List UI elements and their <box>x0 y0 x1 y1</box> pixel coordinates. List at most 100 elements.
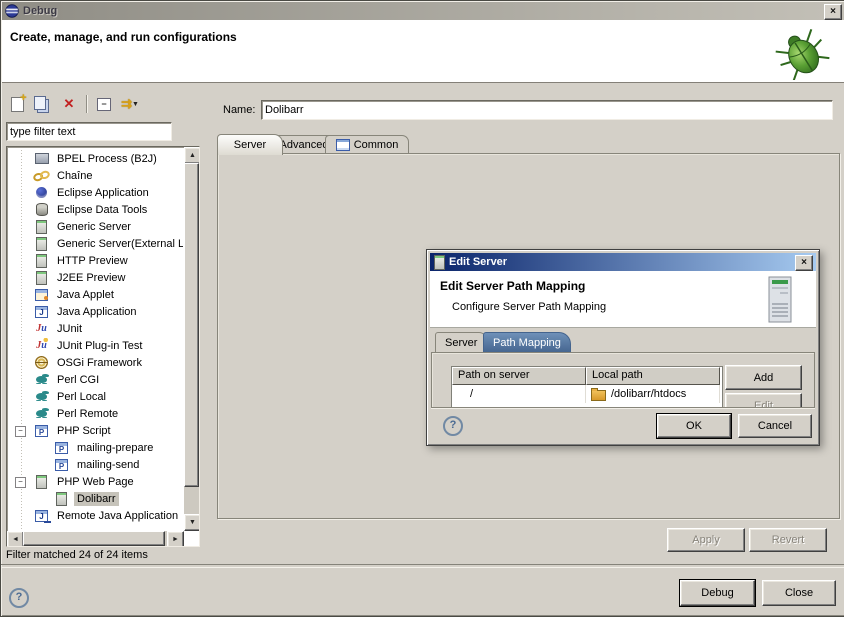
cell-path-on-server[interactable]: / <box>452 385 586 403</box>
column-local-path[interactable]: Local path <box>586 367 720 385</box>
new-config-icon <box>11 97 24 112</box>
tree-item-label: Java Applet <box>54 288 117 302</box>
duplicate-config-button[interactable] <box>31 93 55 115</box>
tree-item-label: Perl Remote <box>54 407 121 421</box>
tree-vscrollbar[interactable]: ▲ ▼ <box>184 147 199 531</box>
tree-item-label: Perl CGI <box>54 373 102 387</box>
tree-item-j2ee-preview[interactable]: J2EE Preview <box>7 269 183 286</box>
tree-item-eclipse-data-tools[interactable]: Eclipse Data Tools <box>7 201 183 218</box>
scroll-up-icon[interactable]: ▲ <box>184 147 200 164</box>
tree-item-eclipse-application[interactable]: Eclipse Application <box>7 184 183 201</box>
dialog-title: Edit Server <box>449 256 507 268</box>
collapse-minus-icon[interactable]: − <box>15 477 26 488</box>
server-tower-icon <box>762 275 798 325</box>
tree-item-java-applet[interactable]: Java Applet <box>7 286 183 303</box>
table-header[interactable]: Path on server Local path <box>452 367 722 385</box>
tree-hscroll-thumb[interactable] <box>23 531 165 546</box>
tree-item-http-preview[interactable]: HTTP Preview <box>7 252 183 269</box>
junit-icon <box>33 321 50 337</box>
dialog-close-icon[interactable]: × <box>795 255 813 271</box>
scroll-right-icon[interactable]: ► <box>167 531 184 547</box>
tab-server[interactable]: Server <box>217 134 283 155</box>
help-icon[interactable]: ? <box>9 588 29 608</box>
add-mapping-button[interactable]: Add <box>725 365 802 390</box>
tree-item-remote-java-application[interactable]: Remote Java Application <box>7 507 183 524</box>
tree-item-label: Generic Server(External La <box>54 237 183 251</box>
filter-options-button[interactable]: ⇉▼ <box>118 93 142 115</box>
java-app-icon <box>33 304 50 320</box>
tree-item-label: J2EE Preview <box>54 271 128 285</box>
collapse-all-icon: − <box>97 98 111 111</box>
tree-vscroll-thumb[interactable] <box>184 163 199 487</box>
tree-item-perl-remote[interactable]: Perl Remote <box>7 405 183 422</box>
dialog-tab-path-mapping[interactable]: Path Mapping <box>483 332 571 353</box>
server-icon <box>33 253 50 269</box>
bpel-process-icon <box>33 151 50 167</box>
footer-separator <box>1 564 844 568</box>
column-path-on-server[interactable]: Path on server <box>452 367 586 385</box>
tree-item-generic-server[interactable]: Generic Server <box>7 218 183 235</box>
filter-icon: ⇉ <box>121 96 132 112</box>
chain-icon <box>31 165 52 185</box>
toolbar-separator <box>86 95 87 113</box>
debug-button[interactable]: Debug <box>680 580 755 606</box>
new-config-button[interactable] <box>5 93 29 115</box>
tree-item-mailing-prepare[interactable]: mailing-prepare <box>7 439 183 456</box>
scroll-down-icon[interactable]: ▼ <box>184 514 200 531</box>
eclipse-logo-icon <box>5 4 19 18</box>
dialog-tab-server[interactable]: Server <box>435 332 487 353</box>
tree-item-php-web-page[interactable]: −PHP Web Page <box>7 473 183 490</box>
window-titlebar[interactable]: Debug × <box>2 2 844 20</box>
dialog-header-band: Create, manage, and run configurations <box>2 20 844 83</box>
tree-hscrollbar[interactable]: ◄ ► <box>7 531 184 546</box>
window-close-icon[interactable]: × <box>824 4 842 20</box>
tab-common[interactable]: Common <box>325 135 409 154</box>
dialog-titlebar[interactable]: Edit Server × <box>430 253 816 271</box>
tree-item-label: Eclipse Data Tools <box>54 203 150 217</box>
tree-item-label: PHP Script <box>54 424 114 438</box>
name-input[interactable] <box>261 100 833 120</box>
tree-item-bpel-process-b2j-[interactable]: BPEL Process (B2J) <box>7 150 183 167</box>
tree-item-generic-server-external-la[interactable]: Generic Server(External La <box>7 235 183 252</box>
java-applet-icon <box>33 287 50 303</box>
tree-item-php-script[interactable]: − PHP Script <box>7 422 183 439</box>
collapse-all-button[interactable]: − <box>92 93 116 115</box>
table-row[interactable]: / /dolibarr/htdocs <box>452 385 722 403</box>
path-mapping-table[interactable]: Path on server Local path / /dolibarr/ht… <box>451 366 723 408</box>
ok-button[interactable]: OK <box>657 414 731 438</box>
tree-item-junit[interactable]: JUnit <box>7 320 183 337</box>
tree-item-cha-ne[interactable]: Chaîne <box>7 167 183 184</box>
tree-item-label: mailing-prepare <box>74 441 156 455</box>
tree-item-osgi-framework[interactable]: OSGi Framework <box>7 354 183 371</box>
delete-config-button[interactable]: ✕ <box>57 93 81 115</box>
tree-item-perl-cgi[interactable]: Perl CGI <box>7 371 183 388</box>
tree-item-perl-local[interactable]: Perl Local <box>7 388 183 405</box>
tree-item-label: Eclipse Application <box>54 186 152 200</box>
tree-item-mailing-send[interactable]: mailing-send <box>7 456 183 473</box>
debug-configurations-window: Debug × Create, manage, and run configur… <box>0 0 844 617</box>
tree-item-label: HTTP Preview <box>54 254 131 268</box>
dialog-help-icon[interactable]: ? <box>443 416 463 436</box>
tree-item-label: JUnit <box>54 322 85 336</box>
close-button[interactable]: Close <box>762 580 836 606</box>
cell-local-path[interactable]: /dolibarr/htdocs <box>586 385 720 403</box>
apply-button[interactable]: Apply <box>667 528 745 552</box>
tree-item-label: OSGi Framework <box>54 356 145 370</box>
php-icon <box>53 440 70 456</box>
duplicate-config-icon <box>34 96 46 110</box>
folder-icon <box>591 390 606 401</box>
collapse-minus-icon[interactable]: − <box>15 426 26 437</box>
tree-item-dolibarr[interactable]: Dolibarr <box>7 490 183 507</box>
scroll-left-icon[interactable]: ◄ <box>7 531 24 547</box>
tree-item-java-application[interactable]: Java Application <box>7 303 183 320</box>
tree-item-label: Remote Java Application <box>54 509 181 523</box>
edit-server-dialog: Edit Server × Edit Server Path Mapping C… <box>426 249 820 446</box>
cancel-button[interactable]: Cancel <box>738 414 812 438</box>
tree-item-junit-plug-in-test[interactable]: JUnit Plug-in Test <box>7 337 183 354</box>
revert-button[interactable]: Revert <box>749 528 827 552</box>
page-title: Create, manage, and run configurations <box>10 30 237 44</box>
server-icon <box>33 219 50 235</box>
filter-input[interactable] <box>6 122 172 141</box>
database-icon <box>33 202 50 218</box>
filter-status: Filter matched 24 of 24 items <box>6 549 148 561</box>
